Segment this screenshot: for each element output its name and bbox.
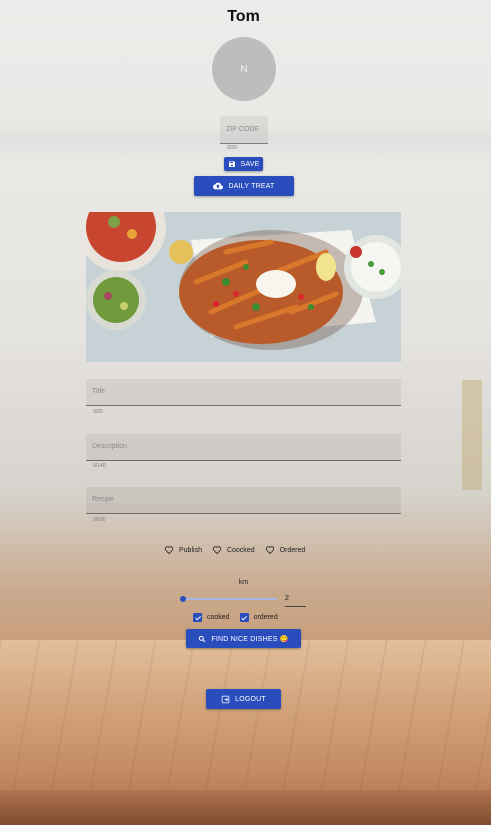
cloud-upload-icon bbox=[213, 182, 224, 190]
cooked-checkbox-label: cooked bbox=[207, 614, 230, 621]
status-publish-label: Publish bbox=[179, 546, 202, 554]
recipe-field[interactable]: Recipe bbox=[86, 487, 401, 514]
status-ordered[interactable]: Ordered bbox=[265, 545, 306, 555]
logout-icon bbox=[221, 695, 230, 703]
ordered-checkbox-label: ordered bbox=[253, 614, 278, 621]
status-coocked[interactable]: Coocked bbox=[212, 545, 255, 555]
avatar: N bbox=[212, 37, 276, 101]
title-field[interactable]: Title bbox=[86, 379, 401, 406]
logout-label: LOGOUT bbox=[235, 695, 266, 703]
cooked-checkbox-item[interactable]: cooked bbox=[193, 613, 230, 622]
distance-slider-thumb[interactable] bbox=[180, 596, 186, 602]
zip-code-counter: 0/20 bbox=[227, 145, 237, 151]
food-photo-illustration bbox=[86, 212, 401, 362]
distance-slider-track[interactable] bbox=[183, 598, 277, 600]
ordered-checkbox-item[interactable]: ordered bbox=[239, 613, 278, 622]
find-nice-dishes-button[interactable]: FIND NICE DISHES 😋 bbox=[186, 629, 301, 648]
logout-button[interactable]: LOGOUT bbox=[206, 689, 281, 709]
recipe-counter: 0/500 bbox=[93, 517, 106, 523]
search-icon bbox=[199, 635, 206, 642]
food-photo bbox=[86, 212, 401, 362]
checkmark-icon bbox=[241, 615, 248, 620]
description-field-label: Description bbox=[92, 443, 128, 450]
filter-checkboxes: cooked ordered bbox=[193, 613, 288, 622]
distance-unit-label: km bbox=[238, 579, 249, 586]
ordered-checkbox[interactable] bbox=[239, 613, 249, 622]
checkmark-icon bbox=[194, 615, 201, 620]
find-nice-dishes-label: FIND NICE DISHES 😋 bbox=[211, 635, 289, 643]
distance-input-value: 2 bbox=[285, 595, 289, 602]
title-counter: 0/20 bbox=[93, 409, 103, 415]
heart-outline-icon bbox=[212, 546, 222, 555]
avatar-initial: N bbox=[240, 63, 248, 75]
heart-outline-icon bbox=[265, 546, 274, 555]
profile-page: Tom N 0/20 SAVE DAILY TREAT bbox=[0, 0, 491, 825]
zip-code-input[interactable] bbox=[220, 116, 268, 143]
description-field[interactable]: Description bbox=[86, 434, 401, 461]
heart-outline-icon bbox=[164, 546, 174, 555]
zip-code-field[interactable] bbox=[220, 116, 268, 144]
cooked-checkbox[interactable] bbox=[193, 613, 202, 622]
daily-treat-label: DAILY TREAT bbox=[228, 182, 275, 190]
save-button-label: SAVE bbox=[240, 160, 260, 168]
title-field-label: Title bbox=[92, 388, 105, 395]
save-button[interactable]: SAVE bbox=[224, 157, 263, 171]
recipe-field-label: Recipe bbox=[92, 496, 114, 503]
profile-name: Tom bbox=[227, 8, 260, 25]
status-publish[interactable]: Publish bbox=[164, 545, 202, 555]
daily-treat-button[interactable]: DAILY TREAT bbox=[194, 176, 294, 196]
floppy-disk-icon bbox=[228, 161, 235, 167]
status-options: Publish Coocked Ordered bbox=[164, 545, 315, 555]
distance-input[interactable]: 2 bbox=[285, 593, 306, 607]
status-ordered-label: Ordered bbox=[279, 546, 306, 554]
description-counter: 0/140 bbox=[93, 463, 106, 469]
status-coocked-label: Coocked bbox=[226, 546, 255, 554]
